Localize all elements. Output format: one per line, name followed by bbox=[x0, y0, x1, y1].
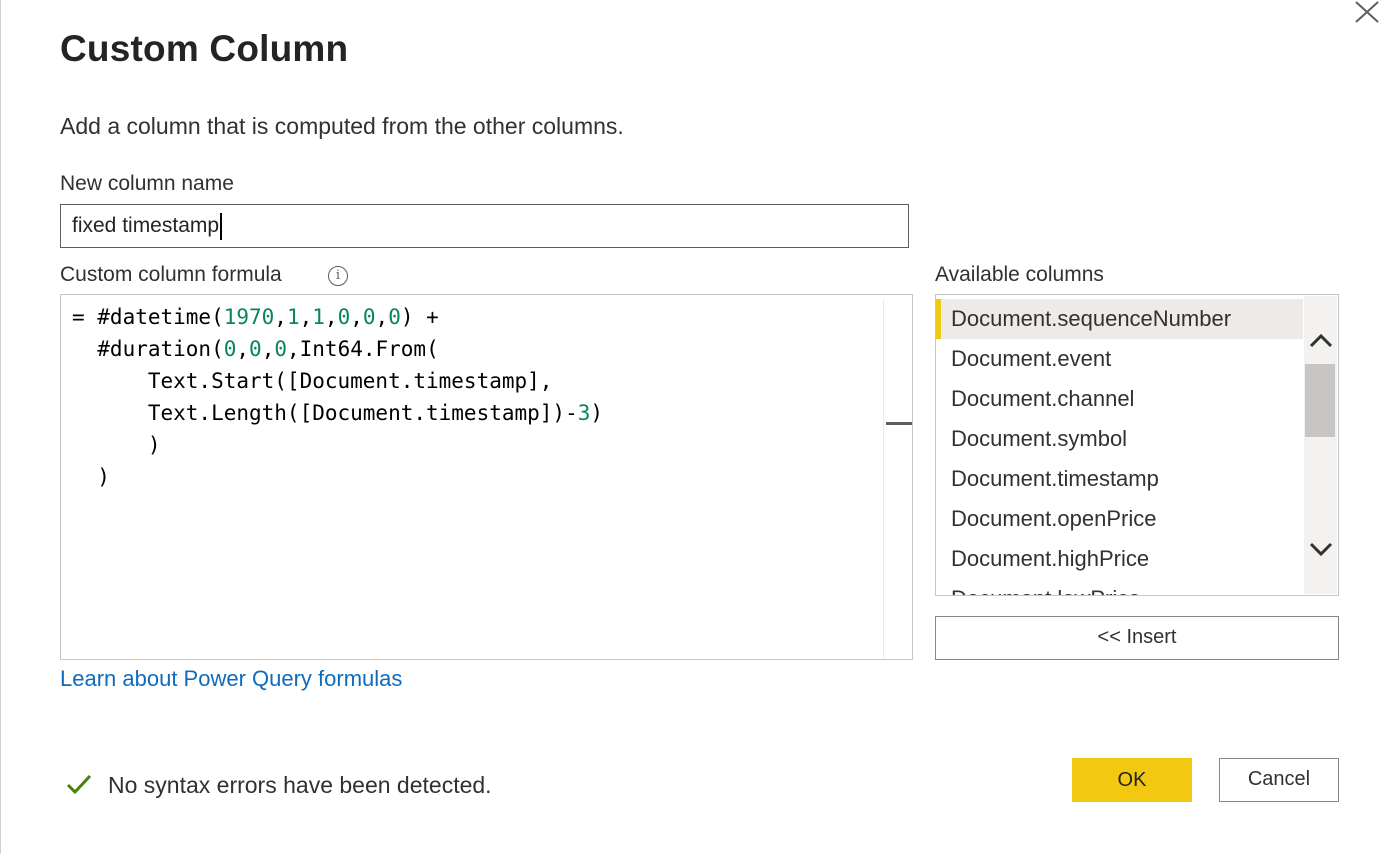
new-column-name-value: fixed timestamp bbox=[72, 214, 220, 237]
scroll-up-button[interactable] bbox=[1308, 330, 1334, 350]
formula-line: ) bbox=[72, 465, 110, 489]
formula-line: = #datetime(1970,1,1,0,0,0) + bbox=[72, 305, 439, 329]
columns-scrollbar[interactable] bbox=[1304, 296, 1337, 594]
info-icon[interactable]: i bbox=[328, 266, 348, 286]
list-item[interactable]: Document.lowPrice bbox=[936, 579, 1303, 595]
available-columns-label: Available columns bbox=[935, 263, 1104, 286]
columns-scroll-thumb[interactable] bbox=[1305, 364, 1335, 437]
new-column-name-input[interactable]: fixed timestamp bbox=[60, 204, 909, 248]
text-caret bbox=[220, 212, 222, 240]
formula-line: #duration(0,0,0,Int64.From( bbox=[72, 337, 439, 361]
formula-scrollbar[interactable] bbox=[883, 300, 912, 658]
close-icon bbox=[1355, 1, 1379, 23]
chevron-up-icon bbox=[1309, 333, 1333, 348]
ok-button[interactable]: OK bbox=[1072, 758, 1192, 802]
dialog-left-border bbox=[0, 0, 1, 854]
chevron-down-icon bbox=[1309, 542, 1333, 557]
syntax-status-text: No syntax errors have been detected. bbox=[108, 771, 492, 798]
checkmark-icon bbox=[66, 774, 92, 796]
formula-line: ) bbox=[72, 433, 161, 457]
formula-label: Custom column formula bbox=[60, 263, 282, 286]
list-item[interactable]: Document.channel bbox=[936, 379, 1303, 419]
close-button[interactable] bbox=[1352, 0, 1380, 26]
dialog-subtitle: Add a column that is computed from the o… bbox=[60, 113, 624, 139]
list-item[interactable]: Document.highPrice bbox=[936, 539, 1303, 579]
syntax-status: No syntax errors have been detected. bbox=[66, 769, 492, 801]
cancel-button[interactable]: Cancel bbox=[1219, 758, 1339, 802]
list-item[interactable]: Document.timestamp bbox=[936, 459, 1303, 499]
list-item[interactable]: Document.symbol bbox=[936, 419, 1303, 459]
dialog-title: Custom Column bbox=[60, 28, 349, 69]
formula-line: Text.Start([Document.timestamp], bbox=[72, 369, 553, 393]
formula-scroll-thumb[interactable] bbox=[886, 422, 912, 425]
formula-editor[interactable]: = #datetime(1970,1,1,0,0,0) + #duration(… bbox=[60, 294, 913, 660]
scroll-down-button[interactable] bbox=[1308, 540, 1334, 560]
insert-button[interactable]: << Insert bbox=[935, 616, 1339, 660]
new-column-name-label: New column name bbox=[60, 172, 234, 195]
formula-line: Text.Length([Document.timestamp])-3) bbox=[72, 401, 604, 425]
learn-formulas-link[interactable]: Learn about Power Query formulas bbox=[60, 666, 402, 692]
available-columns-list[interactable]: Document.sequenceNumber Document.event D… bbox=[935, 294, 1339, 596]
formula-code: = #datetime(1970,1,1,0,0,0) + #duration(… bbox=[72, 301, 603, 493]
list-item[interactable]: Document.event bbox=[936, 339, 1303, 379]
list-item[interactable]: Document.sequenceNumber bbox=[936, 299, 1303, 339]
list-item[interactable]: Document.openPrice bbox=[936, 499, 1303, 539]
